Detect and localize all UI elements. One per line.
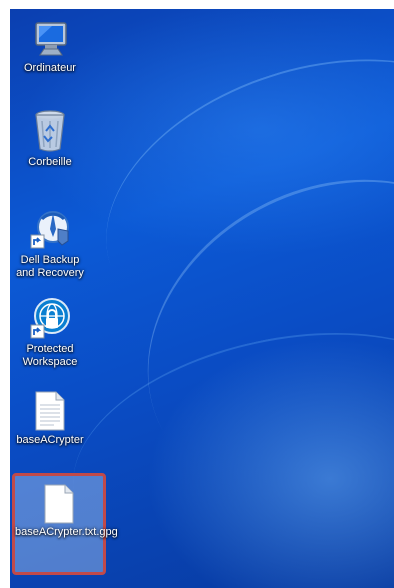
computer-icon [35, 22, 67, 56]
desktop-icon-dell-backup[interactable]: Dell Backup and Recovery [10, 207, 90, 280]
recycle-bin-icon [35, 110, 65, 152]
icon-label: Ordinateur [24, 62, 76, 74]
desktop[interactable]: Ordinateur Corbeille Dell Backup and Rec… [10, 9, 394, 588]
desktop-icon-protected-workspace[interactable]: Protected Workspace [10, 296, 90, 369]
wallpaper-streak [91, 117, 394, 564]
desktop-icon-baseacrypter[interactable]: baseACrypter [10, 391, 90, 447]
icon-label: Dell Backup and Recovery [16, 254, 84, 279]
text-file-icon [35, 391, 65, 431]
desktop-icon-baseacrypter-gpg[interactable]: baseACrypter.txt.gpg [12, 473, 118, 575]
wallpaper-streak [69, 10, 394, 390]
icon-label: Protected Workspace [22, 343, 78, 368]
file-icon [44, 484, 74, 524]
icon-label: baseACrypter.txt.gpg [15, 526, 118, 538]
protected-workspace-icon [30, 298, 70, 339]
desktop-icon-ordinateur[interactable]: Ordinateur [10, 19, 90, 75]
desktop-icon-corbeille[interactable]: Corbeille [10, 107, 90, 169]
icon-label: baseACrypter [16, 434, 84, 446]
dell-backup-icon [30, 211, 69, 249]
icon-label: Corbeille [28, 156, 72, 168]
